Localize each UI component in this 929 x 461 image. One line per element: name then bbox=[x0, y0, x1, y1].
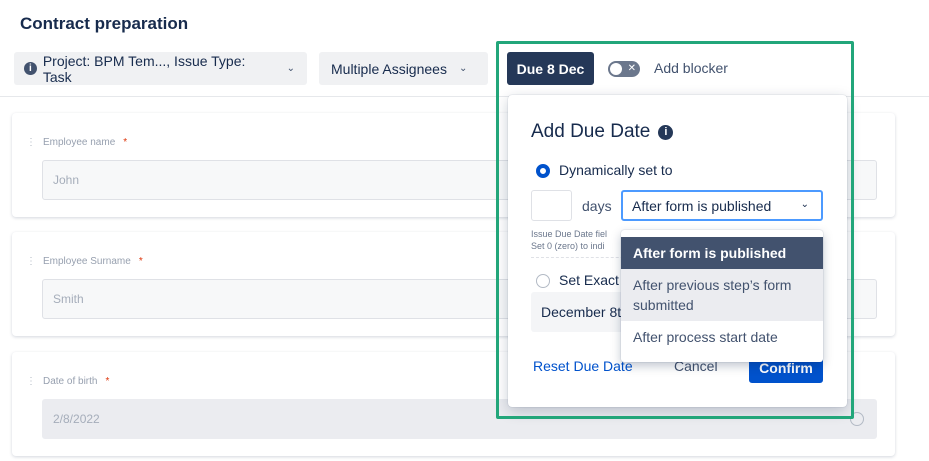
exact-date-radio[interactable] bbox=[536, 274, 550, 288]
exact-date-radio-label[interactable]: Set Exact bbox=[559, 272, 619, 288]
calendar-icon bbox=[850, 412, 864, 426]
chevron-down-icon: ⌄ bbox=[458, 63, 468, 74]
close-icon: ✕ bbox=[627, 63, 636, 74]
required-marker: * bbox=[123, 137, 128, 148]
info-icon[interactable]: i bbox=[658, 124, 674, 140]
chevron-down-icon: ⌄ bbox=[800, 199, 809, 210]
assignees-label: Multiple Assignees bbox=[331, 60, 447, 77]
dynamic-radio[interactable] bbox=[536, 164, 550, 178]
field-label: Employee Surname bbox=[43, 256, 131, 267]
field-label-row: ⋮ Date of birth * bbox=[26, 376, 109, 387]
days-unit-label: days bbox=[582, 198, 612, 214]
days-input[interactable] bbox=[531, 190, 572, 221]
drag-handle-icon[interactable]: ⋮ bbox=[26, 376, 36, 387]
menu-option-form-published[interactable]: After form is published bbox=[621, 237, 823, 269]
helper-line-2: Set 0 (zero) to indi bbox=[531, 241, 605, 251]
field-label: Employee name bbox=[43, 137, 116, 148]
popup-title-row: Add Due Date i bbox=[531, 121, 674, 143]
field-label-row: ⋮ Employee name * bbox=[26, 137, 127, 148]
project-filter-label: Project: BPM Tem..., Issue Type: Task bbox=[42, 52, 246, 85]
helper-line-1: Issue Due Date fiel bbox=[531, 229, 608, 239]
required-marker: * bbox=[138, 256, 143, 267]
reset-due-date-link[interactable]: Reset Due Date bbox=[533, 358, 633, 374]
helper-text: Issue Due Date fiel Set 0 (zero) to indi bbox=[531, 228, 631, 252]
date-of-birth-value: 2/8/2022 bbox=[53, 412, 100, 426]
field-label: Date of birth bbox=[43, 376, 98, 387]
info-icon: i bbox=[24, 62, 37, 75]
due-date-trigger-select[interactable]: After form is published ⌄ bbox=[621, 190, 823, 221]
drag-handle-icon[interactable]: ⋮ bbox=[26, 256, 36, 267]
dynamic-radio-label[interactable]: Dynamically set to bbox=[559, 162, 673, 178]
drag-handle-icon[interactable]: ⋮ bbox=[26, 137, 36, 148]
menu-option-process-start[interactable]: After process start date bbox=[621, 321, 823, 353]
popup-title: Add Due Date bbox=[531, 121, 651, 142]
assignees-dropdown[interactable]: Multiple Assignees ⌄ bbox=[319, 52, 488, 85]
due-date-button[interactable]: Due 8 Dec bbox=[507, 52, 594, 85]
field-label-row: ⋮ Employee Surname * bbox=[26, 256, 143, 267]
toggle-knob bbox=[610, 63, 622, 75]
due-date-options-menu: After form is published After previous s… bbox=[621, 230, 823, 362]
add-blocker-label: Add blocker bbox=[654, 60, 728, 76]
page-title: Contract preparation bbox=[20, 14, 189, 33]
menu-option-previous-step[interactable]: After previous step’s form submitted bbox=[621, 269, 823, 321]
selected-option-text: After form is published bbox=[632, 197, 772, 214]
add-blocker-toggle[interactable]: ✕ bbox=[608, 61, 640, 77]
chevron-down-icon: ⌄ bbox=[286, 63, 295, 74]
required-marker: * bbox=[105, 376, 110, 387]
project-filter-dropdown[interactable]: i Project: BPM Tem..., Issue Type: Task … bbox=[14, 52, 307, 85]
